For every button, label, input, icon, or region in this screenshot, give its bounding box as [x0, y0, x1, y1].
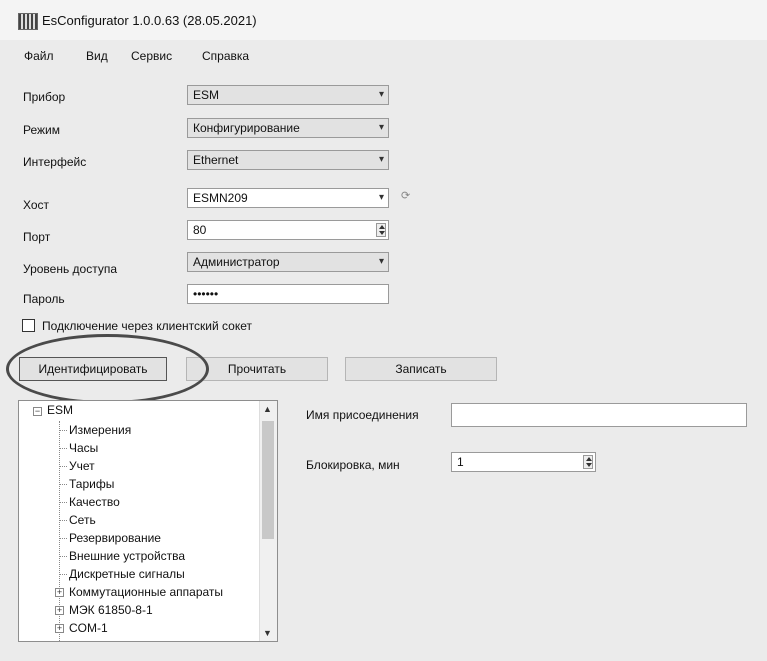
tree-item-clock[interactable]: Часы — [69, 441, 98, 455]
host-label: Хост — [23, 198, 50, 212]
connection-name-label: Имя присоединения — [306, 408, 419, 422]
tree-scrollbar[interactable]: ▲ ▼ — [259, 401, 277, 641]
lock-value: 1 — [457, 455, 464, 469]
tree-item-measurements[interactable]: Измерения — [69, 423, 131, 437]
password-field[interactable]: •••••• — [187, 284, 389, 304]
tree-connector — [59, 484, 67, 485]
window-title: EsConfigurator 1.0.0.63 (28.05.2021) — [42, 13, 257, 28]
chevron-down-icon: ▾ — [378, 256, 384, 267]
write-button[interactable]: Записать — [345, 357, 497, 381]
lock-label: Блокировка, мин — [306, 458, 400, 472]
tree-item-redundancy[interactable]: Резервирование — [69, 531, 161, 545]
collapse-icon[interactable]: − — [33, 407, 42, 416]
socket-checkbox[interactable] — [22, 319, 35, 332]
port-label: Порт — [23, 230, 51, 244]
refresh-icon[interactable]: ⟳ — [401, 190, 413, 202]
chevron-down-icon: ▾ — [378, 154, 384, 165]
device-value: ESM — [193, 88, 220, 102]
tree-item-switching-devices[interactable]: Коммутационные аппараты — [69, 585, 223, 599]
mode-label: Режим — [23, 123, 60, 137]
tree-item-network[interactable]: Сеть — [69, 513, 96, 527]
password-value: •••••• — [193, 287, 219, 301]
connection-name-input[interactable] — [451, 403, 747, 427]
access-level-value: Администратор — [193, 255, 280, 269]
lock-spinner[interactable]: 1 — [451, 452, 596, 472]
scroll-thumb[interactable] — [262, 421, 274, 539]
expand-icon[interactable]: + — [55, 624, 64, 633]
tree-connector — [59, 448, 67, 449]
interface-label: Интерфейс — [23, 155, 87, 169]
tree-item-quality[interactable]: Качество — [69, 495, 120, 509]
tree-item-tariffs[interactable]: Тарифы — [69, 477, 114, 491]
spinner-arrows-icon[interactable] — [583, 455, 593, 469]
tree-item-external-devices[interactable]: Внешние устройства — [69, 549, 185, 563]
port-spinner[interactable]: 80 — [187, 220, 389, 240]
tree-connector — [59, 466, 67, 467]
interface-select[interactable]: Ethernet ▾ — [187, 150, 389, 170]
identify-button[interactable]: Идентифицировать — [19, 357, 167, 381]
access-level-select[interactable]: Администратор ▾ — [187, 252, 389, 272]
spinner-arrows-icon[interactable] — [376, 223, 386, 237]
device-tree[interactable]: − ESM Измерения Часы Учет Тарифы Качеств… — [18, 400, 278, 642]
port-value: 80 — [193, 223, 207, 237]
mode-select[interactable]: Конфигурирование ▾ — [187, 118, 389, 138]
menu-file[interactable]: Файл — [24, 49, 54, 63]
tree-root[interactable]: ESM — [47, 403, 73, 417]
tree-connector — [59, 574, 67, 575]
menu-service[interactable]: Сервис — [131, 49, 172, 63]
access-level-label: Уровень доступа — [23, 262, 118, 276]
password-label: Пароль — [23, 292, 65, 306]
tree-connector — [59, 430, 67, 431]
scroll-down-icon[interactable]: ▼ — [263, 628, 272, 638]
mode-value: Конфигурирование — [193, 121, 300, 135]
tree-item-com1[interactable]: COM-1 — [69, 621, 108, 635]
tree-item-accounting[interactable]: Учет — [69, 459, 95, 473]
host-combo[interactable]: ESMN209 ▾ — [187, 188, 389, 208]
menu-view[interactable]: Вид — [86, 49, 108, 63]
tree-connector — [59, 538, 67, 539]
expand-icon[interactable]: + — [55, 588, 64, 597]
socket-checkbox-label: Подключение через клиентский сокет — [42, 319, 252, 333]
tree-item-iec-61850[interactable]: МЭК 61850-8-1 — [69, 603, 153, 617]
menu-help[interactable]: Справка — [202, 49, 249, 63]
read-button[interactable]: Прочитать — [186, 357, 328, 381]
device-label: Прибор — [23, 90, 66, 104]
host-value: ESMN209 — [193, 191, 248, 205]
scroll-up-icon[interactable]: ▲ — [263, 404, 272, 414]
chevron-down-icon: ▾ — [378, 122, 384, 133]
tree-connector — [59, 520, 67, 521]
app-icon — [18, 13, 38, 30]
chevron-down-icon: ▾ — [378, 89, 384, 100]
tree-item-discrete-signals[interactable]: Дискретные сигналы — [69, 567, 185, 581]
expand-icon[interactable]: + — [55, 606, 64, 615]
interface-value: Ethernet — [193, 153, 239, 167]
chevron-down-icon: ▾ — [378, 192, 384, 203]
device-select[interactable]: ESM ▾ — [187, 85, 389, 105]
tree-connector — [59, 556, 67, 557]
tree-connector — [59, 502, 67, 503]
